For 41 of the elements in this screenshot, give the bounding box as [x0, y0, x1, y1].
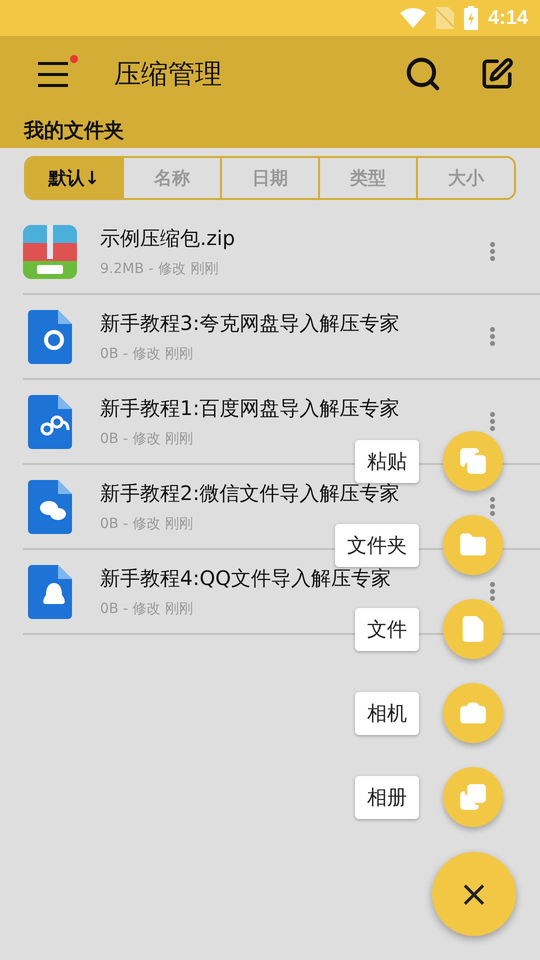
action-button[interactable]	[443, 431, 503, 491]
file-name: 新手教程4:QQ文件导入解压专家	[100, 565, 392, 592]
close-button[interactable]: ×	[432, 852, 516, 936]
file-meta: 0B - 修改 刚刚	[100, 515, 194, 533]
section-title: 我的文件夹	[24, 116, 124, 144]
zip-archive-icon	[23, 224, 77, 278]
document-icon	[28, 564, 72, 618]
sort-tab[interactable]: 默认↓	[26, 158, 122, 198]
action-tooltip: 文件	[355, 608, 419, 650]
action-tooltip: 文件夹	[335, 524, 419, 566]
more-icon	[490, 327, 494, 346]
search-button[interactable]	[404, 55, 442, 93]
action-tooltip: 相册	[355, 776, 419, 818]
more-icon	[490, 242, 494, 261]
file-name: 新手教程2:微信文件导入解压专家	[100, 480, 400, 507]
file-meta: 0B - 修改 刚刚	[100, 345, 194, 363]
action-tooltip: 粘贴	[355, 440, 419, 482]
file-meta: 9.2MB - 修改 刚刚	[100, 260, 220, 278]
app-title: 压缩管理	[114, 58, 223, 92]
battery-charging-icon	[464, 6, 478, 30]
wifi-icon	[400, 8, 426, 28]
action-button[interactable]	[443, 683, 503, 743]
action-tooltip: 相机	[355, 692, 419, 734]
document-icon	[28, 310, 72, 364]
file-meta: 0B - 修改 刚刚	[100, 600, 194, 618]
status-time: 4:14	[488, 6, 528, 30]
edit-button[interactable]	[480, 57, 514, 91]
more-icon	[490, 412, 494, 431]
file-name: 新手教程1:百度网盘导入解压专家	[100, 395, 400, 422]
document-icon	[28, 394, 72, 448]
more-icon	[490, 497, 494, 516]
action-button[interactable]	[443, 599, 503, 659]
file-name: 示例压缩包.zip	[100, 225, 236, 252]
no-sim-icon	[436, 7, 454, 29]
more-icon	[490, 582, 494, 601]
file-meta: 0B - 修改 刚刚	[100, 430, 194, 448]
action-button[interactable]	[443, 767, 503, 827]
file-name: 新手教程3:夸克网盘导入解压专家	[100, 310, 400, 337]
action-button[interactable]	[443, 515, 503, 575]
document-icon	[28, 480, 72, 534]
sort-tab[interactable]: 大小	[416, 158, 514, 198]
